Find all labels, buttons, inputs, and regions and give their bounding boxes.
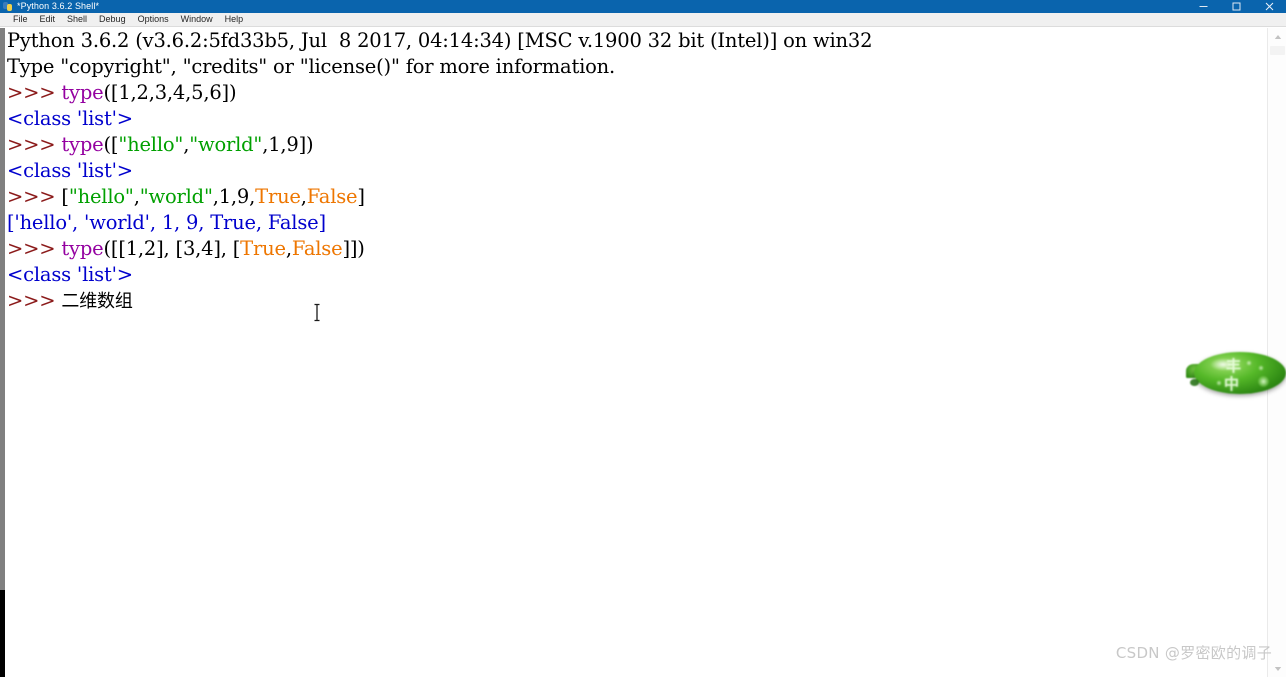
shell-segment: True <box>255 185 301 208</box>
python-idle-shell-window: *Python 3.6.2 Shell* File Edit Shell Deb… <box>0 0 1286 677</box>
shell-line-banner-1: Python 3.6.2 (v3.6.2:5fd33b5, Jul 8 2017… <box>7 28 873 54</box>
shell-line-input-1: >>> type([1,2,3,4,5,6]) <box>7 80 872 106</box>
python-icon <box>2 1 14 12</box>
shell-segment: ([1,2,3,4,5,6]) <box>103 81 237 104</box>
menu-item-options[interactable]: Options <box>132 13 175 26</box>
shell-text-area[interactable]: Python 3.6.2 (v3.6.2:5fd33b5, Jul 8 2017… <box>5 28 1267 677</box>
shell-segment: >>> <box>7 81 62 104</box>
shell-segment: "world" <box>189 133 263 156</box>
maximize-button[interactable] <box>1220 0 1253 13</box>
maximize-icon <box>1232 2 1241 11</box>
shell-line-input-2: >>> type(["hello","world",1,9]) <box>7 132 872 158</box>
shell-segment: >>> <box>7 133 62 156</box>
menu-item-edit[interactable]: Edit <box>34 13 62 26</box>
shell-segment: ] <box>357 185 365 208</box>
menu-item-debug[interactable]: Debug <box>93 13 132 26</box>
window-controls <box>1187 0 1286 13</box>
shell-segment: ,1,9, <box>212 185 256 208</box>
scrollbar-thumb[interactable] <box>1270 46 1285 55</box>
shell-segment: <class 'list'> <box>7 107 133 130</box>
scroll-up-arrow-icon[interactable] <box>1268 28 1286 45</box>
minimize-icon <box>1199 6 1208 7</box>
shell-segment: Type "copyright", "credits" or "license(… <box>7 55 616 78</box>
close-icon <box>1265 2 1274 11</box>
shell-segment: <class 'list'> <box>7 159 133 182</box>
menu-bar: File Edit Shell Debug Options Window Hel… <box>0 13 1286 27</box>
shell-segment: "hello" <box>118 133 184 156</box>
shell-line-output-3: ['hello', 'world', 1, 9, True, False] <box>7 210 872 236</box>
title-bar: *Python 3.6.2 Shell* <box>0 0 1286 13</box>
menu-item-window[interactable]: Window <box>175 13 219 26</box>
shell-line-input-5: >>> 二维数组 <box>7 288 872 314</box>
shell-segment: ]]) <box>342 237 365 260</box>
shell-line-input-4: >>> type([[1,2], [3,4], [True,False]]) <box>7 236 872 262</box>
shell-line-output-4: <class 'list'> <box>7 262 872 288</box>
shell-segment: Python 3.6.2 (v3.6.2:5fd33b5, Jul 8 2017… <box>7 29 873 52</box>
shell-segment: [ <box>61 185 69 208</box>
shell-segment: "world" <box>139 185 213 208</box>
shell-segment: ([[1,2], [3,4], [ <box>103 237 241 260</box>
shell-segment: False <box>306 185 358 208</box>
shell-segment: ['hello', 'world', 1, 9, True, False] <box>7 211 326 234</box>
shell-segment: 二维数组 <box>61 291 133 312</box>
shell-segment: ([ <box>103 133 119 156</box>
shell-segment: type <box>61 133 104 156</box>
shell-segment: type <box>61 81 104 104</box>
shell-lines: Python 3.6.2 (v3.6.2:5fd33b5, Jul 8 2017… <box>7 28 873 314</box>
green-leaf-watermark-icon: 丰 中 <box>1186 350 1286 398</box>
shell-line-banner-2: Type "copyright", "credits" or "license(… <box>7 54 872 80</box>
shell-segment: >>> <box>7 237 62 260</box>
shell-segment: <class 'list'> <box>7 263 133 286</box>
shell-segment: False <box>291 237 343 260</box>
minimize-button[interactable] <box>1187 0 1220 13</box>
shell-line-output-2: <class 'list'> <box>7 158 872 184</box>
menu-item-shell[interactable]: Shell <box>61 13 93 26</box>
csdn-watermark: CSDN @罗密欧的调子 <box>1115 644 1272 662</box>
shell-segment: ,1,9]) <box>262 133 314 156</box>
shell-segment: >>> <box>7 289 62 312</box>
leaf-char-bottom: 中 <box>1224 375 1240 393</box>
shell-segment: type <box>61 237 104 260</box>
menu-item-help[interactable]: Help <box>219 13 250 26</box>
shell-segment: >>> <box>7 185 62 208</box>
shell-line-input-3: >>> ["hello","world",1,9,True,False] <box>7 184 872 210</box>
close-button[interactable] <box>1253 0 1286 13</box>
shell-segment: "hello" <box>68 185 134 208</box>
window-title: *Python 3.6.2 Shell* <box>17 1 100 11</box>
shell-line-output-1: <class 'list'> <box>7 106 872 132</box>
menu-item-file[interactable]: File <box>7 13 34 26</box>
shell-segment: True <box>240 237 286 260</box>
